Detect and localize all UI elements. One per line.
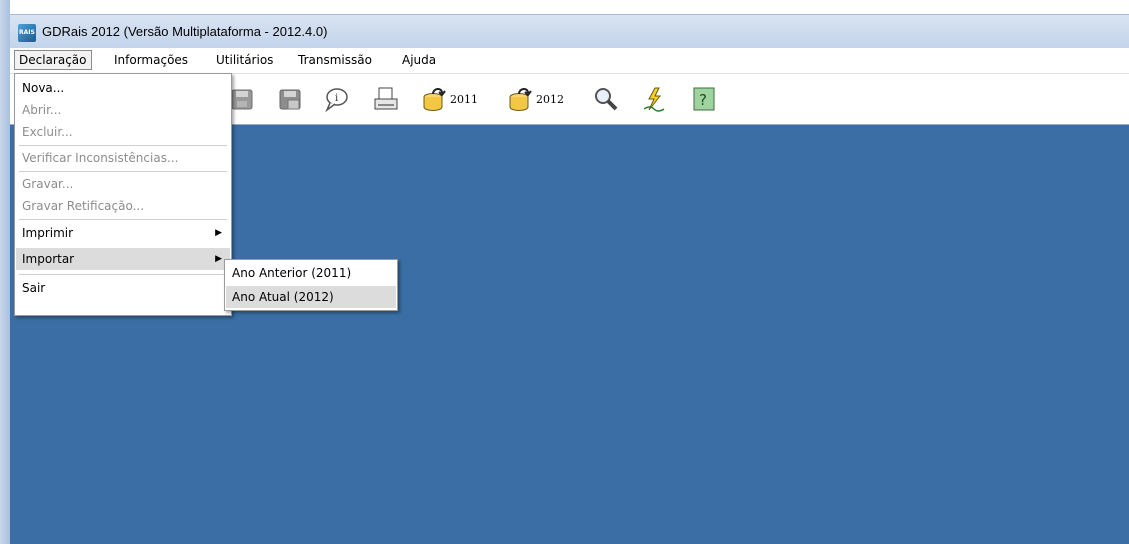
app-window: GDRais 2012 (Versão Multiplataforma - 20… [0,0,1129,544]
menu-item-gravar: Gravar... [22,177,74,191]
menu-transmissao[interactable]: Transmissão [294,51,376,69]
menu-item-nova[interactable]: Nova... [16,77,230,99]
save-icon[interactable] [228,85,256,113]
info-bubble-icon[interactable]: i [322,85,350,113]
menu-item-verificar: Verificar Inconsistências... [22,151,179,165]
importar-submenu: Ano Anterior (2011) Ano Atual (2012) [224,259,398,311]
svg-text:?: ? [699,91,707,109]
rais-logo-icon [18,24,36,42]
menu-item-importar[interactable]: Importar ▶ [16,248,230,270]
menu-separator [19,171,227,172]
database-2012-icon[interactable] [506,85,534,113]
submenu-item-ano-atual[interactable]: Ano Atual (2012) [226,286,396,308]
submenu-arrow-icon: ▶ [215,228,222,238]
menu-declaracao[interactable]: Declaração [14,50,92,70]
svg-text:i: i [335,93,338,104]
window-title: GDRais 2012 (Versão Multiplataforma - 20… [42,24,328,39]
menu-separator [19,145,227,146]
window-left-frame [0,0,10,544]
magnifier-icon[interactable] [592,85,620,113]
submenu-arrow-icon: ▶ [215,254,222,264]
print-icon[interactable] [372,85,400,113]
menu-utilitarios[interactable]: Utilitários [212,51,277,69]
submenu-item-ano-anterior[interactable]: Ano Anterior (2011) [226,262,396,284]
title-bar: GDRais 2012 (Versão Multiplataforma - 20… [10,14,1129,49]
menu-ajuda[interactable]: Ajuda [398,51,440,69]
menu-item-importar-label: Importar [22,252,75,266]
toolbar-year-2012: 2012 [536,93,564,106]
toolbar-year-2011: 2011 [450,93,478,106]
database-2011-icon[interactable] [420,85,448,113]
menu-item-excluir: Excluir... [22,125,73,139]
menu-item-abrir: Abrir... [22,103,62,117]
save-as-icon[interactable] [276,85,304,113]
menu-item-gravar-retificacao: Gravar Retificação... [22,199,145,213]
menu-informacoes[interactable]: Informações [110,51,192,69]
transmit-icon[interactable] [640,85,668,113]
menu-item-imprimir[interactable]: Imprimir ▶ [16,222,230,244]
menu-separator [19,274,227,275]
declaracao-dropdown: Nova... Abrir... Excluir... Verificar In… [14,73,232,316]
menu-bar: Declaração Informações Utilitários Trans… [10,48,1129,74]
help-icon[interactable]: ? [690,85,718,113]
menu-item-imprimir-label: Imprimir [22,226,74,240]
menu-separator [19,219,227,220]
top-strip [0,0,1129,14]
menu-item-sair[interactable]: Sair [16,277,230,299]
